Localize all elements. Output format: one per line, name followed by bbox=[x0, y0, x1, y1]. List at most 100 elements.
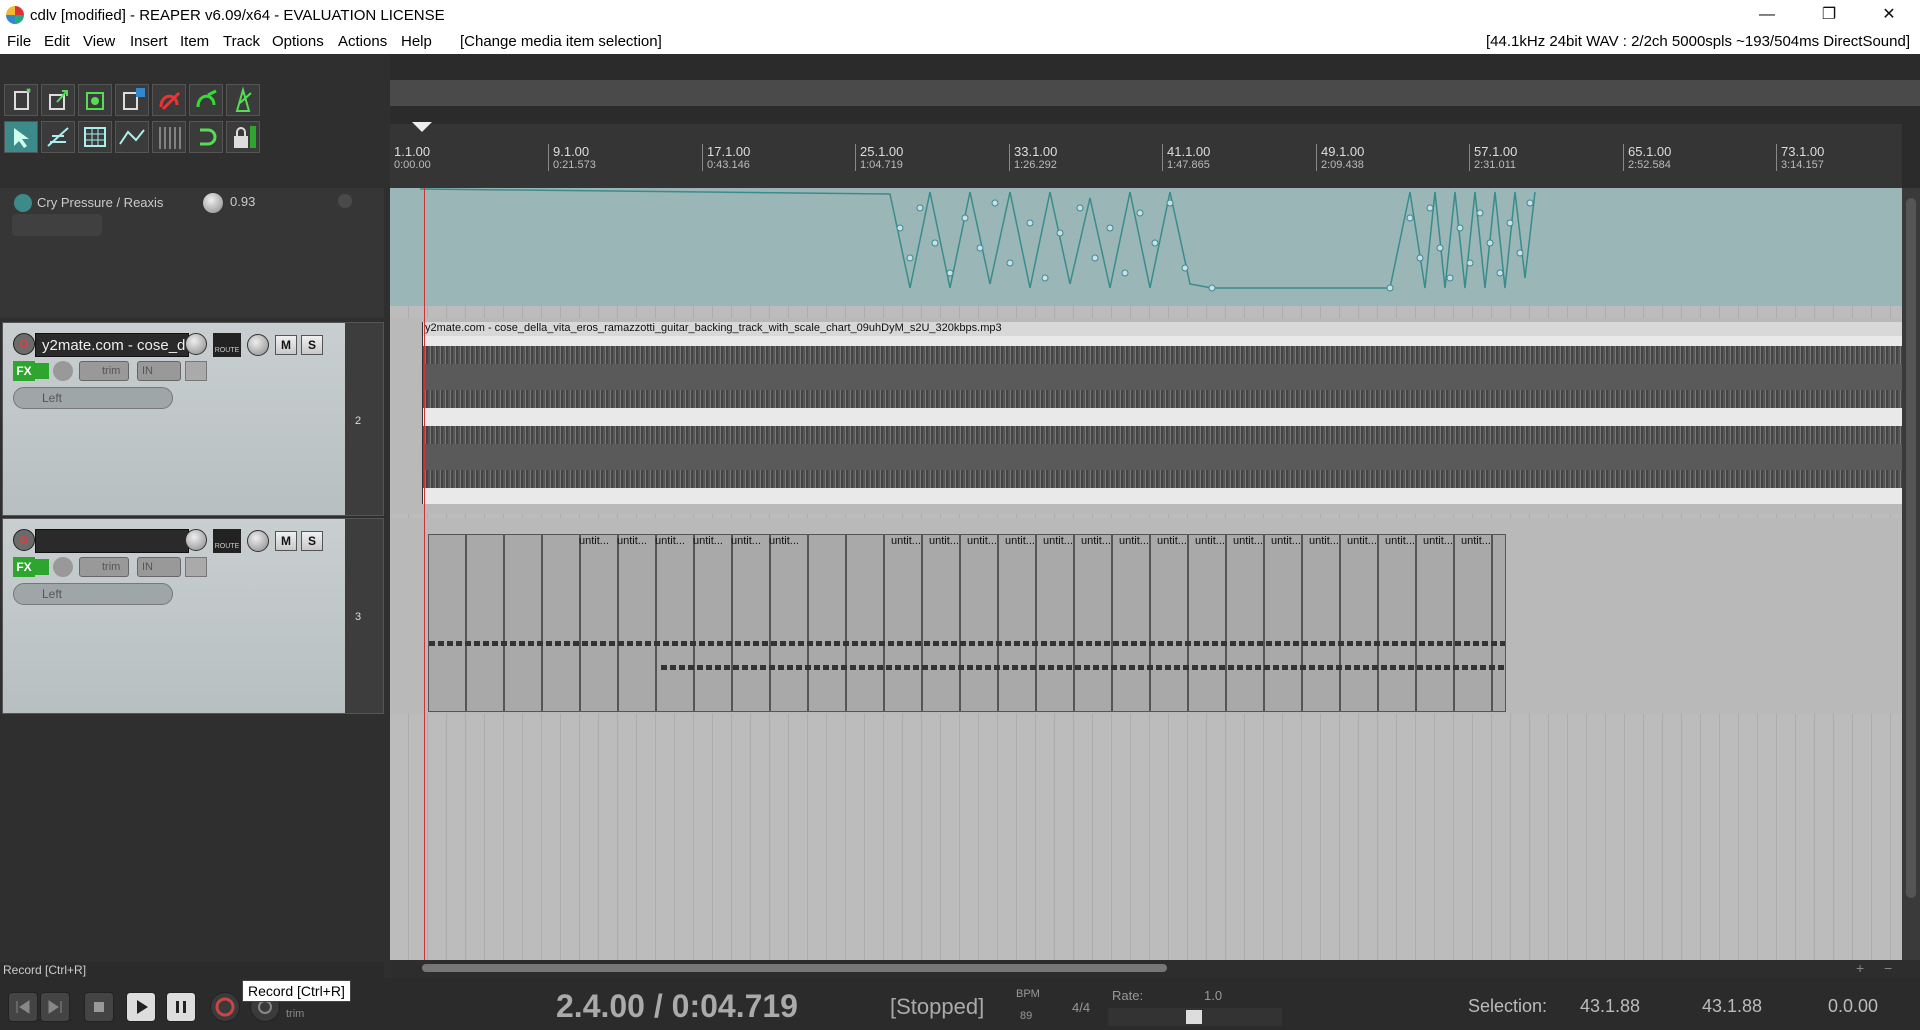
rate-slider-handle[interactable] bbox=[1186, 1010, 1202, 1024]
timeline-ruler[interactable]: 1.1.00 0:00.00 9.1.00 0:21.573 17.1.00 0… bbox=[390, 122, 1902, 188]
envelope-controls[interactable] bbox=[12, 214, 102, 236]
arrange-view[interactable]: y2mate.com - cose_della_vita_eros_ramazz… bbox=[390, 188, 1902, 960]
track-name[interactable]: y2mate.com - cose_de bbox=[35, 333, 189, 357]
midi-items[interactable]: untit... untit... untit... untit... unti… bbox=[428, 534, 1506, 712]
horizontal-scroll-thumb[interactable] bbox=[422, 964, 1167, 972]
menu-item[interactable]: Item bbox=[180, 33, 209, 50]
pan-mode-dropdown[interactable]: Left bbox=[13, 583, 173, 605]
track-name[interactable] bbox=[35, 529, 189, 553]
solo-button[interactable]: S bbox=[301, 531, 323, 551]
restore-button[interactable]: ❐ bbox=[1800, 0, 1858, 30]
bpm-value[interactable]: 89 bbox=[1020, 1010, 1032, 1022]
track-3-meter: 3 bbox=[345, 519, 383, 713]
menu-help[interactable]: Help bbox=[401, 33, 432, 50]
mute-button[interactable]: M bbox=[275, 531, 297, 551]
record-arm-button[interactable] bbox=[13, 529, 35, 551]
menu-options[interactable]: Options bbox=[272, 33, 324, 50]
pan-knob[interactable] bbox=[247, 530, 269, 552]
envelope-button[interactable] bbox=[115, 121, 149, 153]
pause-button[interactable] bbox=[166, 992, 196, 1022]
input-monitor-icon[interactable] bbox=[185, 557, 207, 577]
go-to-end-button[interactable] bbox=[40, 992, 70, 1022]
item-selection-button[interactable] bbox=[4, 121, 38, 153]
selection-length[interactable]: 0.0.00 bbox=[1828, 996, 1878, 1017]
phase-button[interactable] bbox=[53, 361, 73, 381]
play-button[interactable] bbox=[126, 992, 156, 1022]
snap-grid-icon bbox=[159, 127, 181, 149]
grid-button[interactable] bbox=[78, 121, 112, 153]
export-button[interactable] bbox=[41, 84, 75, 116]
ruler-mark: 41.1.00 1:47.865 bbox=[1162, 144, 1210, 171]
ruler-time-label: 1:26.292 bbox=[1014, 159, 1057, 171]
ripple-edit-button[interactable] bbox=[41, 121, 75, 153]
go-to-start-icon bbox=[16, 1000, 30, 1014]
envelope-power-icon[interactable] bbox=[338, 194, 352, 208]
solo-button[interactable]: S bbox=[301, 335, 323, 355]
redo-button[interactable] bbox=[189, 84, 223, 116]
envelope-bypass-icon[interactable] bbox=[14, 194, 32, 212]
menu-track[interactable]: Track bbox=[223, 33, 260, 50]
menu-view[interactable]: View bbox=[83, 33, 115, 50]
menu-insert[interactable]: Insert bbox=[130, 33, 168, 50]
record-button[interactable] bbox=[210, 992, 240, 1022]
record-arm-button[interactable] bbox=[13, 333, 35, 355]
envelope-curve bbox=[419, 188, 1536, 292]
horizontal-scrollbar[interactable]: + − bbox=[390, 960, 1920, 978]
zoom-in-icon[interactable]: + bbox=[1856, 960, 1864, 976]
region-marker-lane[interactable] bbox=[390, 80, 1920, 106]
audio-item[interactable]: y2mate.com - cose_della_vita_eros_ramazz… bbox=[422, 322, 1902, 504]
audio-device-status[interactable]: [44.1kHz 24bit WAV : 2/2ch 5000spls ~193… bbox=[1486, 33, 1910, 50]
volume-knob[interactable] bbox=[185, 529, 207, 551]
pan-knob[interactable] bbox=[247, 334, 269, 356]
pan-mode-dropdown[interactable]: Left bbox=[13, 387, 173, 409]
rate-slider[interactable] bbox=[1108, 1008, 1282, 1026]
menu-edit[interactable]: Edit bbox=[44, 33, 70, 50]
zoom-out-icon[interactable]: − bbox=[1884, 960, 1892, 976]
input-monitor-icon[interactable] bbox=[185, 361, 207, 381]
time-signature[interactable]: 4/4 bbox=[1072, 1000, 1090, 1015]
trim-button[interactable]: trim bbox=[79, 361, 129, 381]
mute-button[interactable]: M bbox=[275, 335, 297, 355]
fx-button[interactable]: FX bbox=[13, 557, 35, 577]
route-button[interactable]: ROUTE bbox=[213, 529, 241, 553]
stop-button[interactable] bbox=[84, 992, 114, 1022]
track-3-panel[interactable]: ROUTE M S FX trim IN Left 3 bbox=[2, 518, 384, 714]
go-to-end-icon bbox=[48, 1000, 62, 1014]
new-project-button[interactable] bbox=[4, 84, 38, 116]
go-to-start-button[interactable] bbox=[8, 992, 38, 1022]
volume-knob[interactable] bbox=[185, 333, 207, 355]
trim-button[interactable]: trim bbox=[79, 557, 129, 577]
lock-button[interactable] bbox=[226, 121, 260, 153]
close-button[interactable]: ✕ bbox=[1860, 0, 1918, 30]
input-label: IN bbox=[142, 365, 153, 377]
project-settings-button[interactable] bbox=[115, 84, 149, 116]
play-cursor-marker-icon[interactable] bbox=[412, 122, 432, 132]
snap-grid-button[interactable] bbox=[152, 121, 186, 153]
rate-label: Rate: bbox=[1112, 988, 1144, 1003]
fx-button[interactable]: FX bbox=[13, 361, 35, 381]
menu-actions[interactable]: Actions bbox=[338, 33, 387, 50]
loop-button[interactable] bbox=[189, 121, 223, 153]
render-button[interactable] bbox=[78, 84, 112, 116]
fx-bypass-icon[interactable] bbox=[35, 559, 49, 575]
envelope-lane[interactable] bbox=[390, 188, 1902, 306]
time-position[interactable]: 2.4.00 / 0:04.719 bbox=[556, 988, 798, 1025]
route-button[interactable]: ROUTE bbox=[213, 333, 241, 357]
undo-button[interactable] bbox=[152, 84, 186, 116]
vertical-scroll-thumb[interactable] bbox=[1906, 198, 1916, 898]
minimize-button[interactable]: — bbox=[1738, 0, 1796, 30]
menu-file[interactable]: File bbox=[7, 33, 31, 50]
vertical-scrollbar[interactable] bbox=[1902, 188, 1920, 960]
fx-bypass-icon[interactable] bbox=[35, 363, 49, 379]
input-button[interactable]: IN bbox=[137, 361, 181, 381]
envelope-name[interactable]: Cry Pressure / Reaxis bbox=[37, 195, 163, 210]
midi-item-label: untit... bbox=[693, 535, 723, 547]
phase-button[interactable] bbox=[53, 557, 73, 577]
track-2-panel[interactable]: y2mate.com - cose_de ROUTE M S FX trim I… bbox=[2, 322, 384, 516]
selection-start[interactable]: 43.1.88 bbox=[1580, 996, 1640, 1017]
metronome-button[interactable] bbox=[226, 84, 260, 116]
envelope-value-knob[interactable] bbox=[202, 192, 224, 214]
selection-end[interactable]: 43.1.88 bbox=[1702, 996, 1762, 1017]
transport-trim[interactable]: trim bbox=[286, 1008, 304, 1020]
input-button[interactable]: IN bbox=[137, 557, 181, 577]
